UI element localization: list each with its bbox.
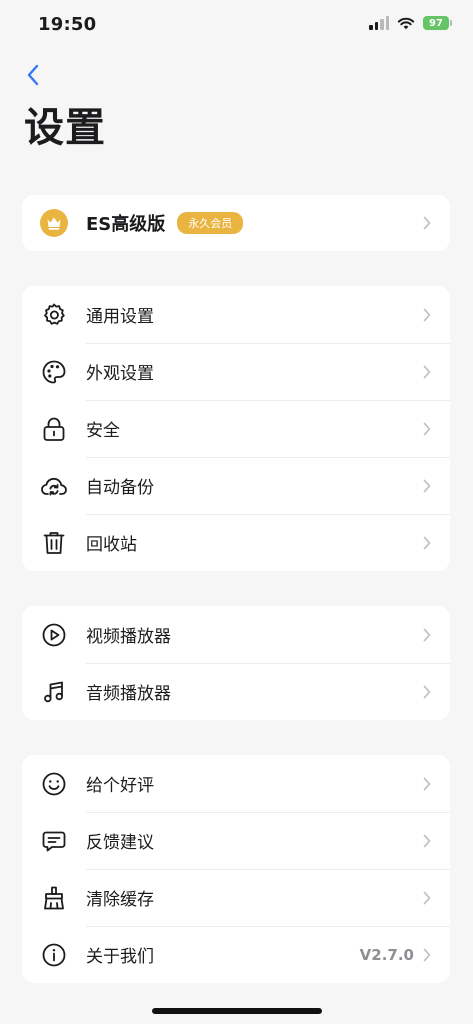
chevron-right-icon: [422, 215, 432, 231]
music-note-icon: [40, 678, 68, 706]
version-label: V2.7.0: [359, 945, 414, 964]
row-feedback[interactable]: 反馈建议: [22, 812, 450, 869]
row-label: 自动备份: [86, 478, 154, 498]
cellular-signal-icon: [369, 16, 389, 30]
row-label: 安全: [86, 421, 120, 441]
cloud-sync-icon: [40, 472, 68, 500]
battery-icon: 97: [423, 16, 452, 30]
home-indicator: [152, 1008, 322, 1014]
settings-group-players: 视频播放器 音频播放器: [22, 606, 450, 720]
premium-row[interactable]: ES高级版 永久会员: [22, 195, 450, 251]
row-label: 关于我们: [86, 947, 154, 967]
row-video-player[interactable]: 视频播放器: [22, 606, 450, 663]
row-label: 清除缓存: [86, 890, 154, 910]
chevron-right-icon: [422, 421, 432, 437]
status-bar: 19:50 97: [0, 0, 473, 52]
chevron-left-icon: [27, 64, 39, 86]
crown-icon: [40, 209, 68, 237]
row-clear-cache[interactable]: 清除缓存: [22, 869, 450, 926]
chevron-right-icon: [422, 684, 432, 700]
row-about-us[interactable]: 关于我们 V2.7.0: [22, 926, 450, 983]
trash-icon: [40, 529, 68, 557]
row-security[interactable]: 安全: [22, 400, 450, 457]
chevron-right-icon: [422, 890, 432, 906]
chevron-right-icon: [422, 307, 432, 323]
settings-group-about: 给个好评 反馈建议 清除缓存 关于我们 V2.7.0: [22, 755, 450, 983]
play-circle-icon: [40, 621, 68, 649]
status-time: 19:50: [38, 14, 97, 35]
row-auto-backup[interactable]: 自动备份: [22, 457, 450, 514]
row-label: 视频播放器: [86, 627, 171, 647]
row-general-settings[interactable]: 通用设置: [22, 286, 450, 343]
chevron-right-icon: [422, 947, 432, 963]
chevron-right-icon: [422, 627, 432, 643]
row-label: 音频播放器: [86, 684, 171, 704]
chevron-right-icon: [422, 364, 432, 380]
membership-badge: 永久会员: [177, 212, 244, 234]
gear-icon: [40, 301, 68, 329]
premium-label: ES高级版: [86, 214, 166, 235]
settings-group-general: 通用设置 外观设置 安全 自动备份 回收站: [22, 286, 450, 571]
chevron-right-icon: [422, 776, 432, 792]
wifi-icon: [397, 17, 415, 30]
premium-card: ES高级版 永久会员: [22, 195, 450, 251]
lock-icon: [40, 415, 68, 443]
row-label: 外观设置: [86, 364, 154, 384]
chevron-right-icon: [422, 535, 432, 551]
row-rate-us[interactable]: 给个好评: [22, 755, 450, 812]
page-title: 设置: [24, 105, 106, 151]
info-icon: [40, 941, 68, 969]
chevron-right-icon: [422, 478, 432, 494]
row-label: 通用设置: [86, 307, 154, 327]
row-appearance-settings[interactable]: 外观设置: [22, 343, 450, 400]
row-label: 回收站: [86, 535, 137, 555]
chevron-right-icon: [422, 833, 432, 849]
smile-icon: [40, 770, 68, 798]
row-recycle-bin[interactable]: 回收站: [22, 514, 450, 571]
broom-icon: [40, 884, 68, 912]
palette-icon: [40, 358, 68, 386]
row-label: 反馈建议: [86, 833, 154, 853]
back-button[interactable]: [20, 62, 46, 88]
message-icon: [40, 827, 68, 855]
status-icons: 97: [369, 16, 452, 30]
row-label: 给个好评: [86, 776, 154, 796]
row-audio-player[interactable]: 音频播放器: [22, 663, 450, 720]
battery-level: 97: [429, 17, 443, 29]
